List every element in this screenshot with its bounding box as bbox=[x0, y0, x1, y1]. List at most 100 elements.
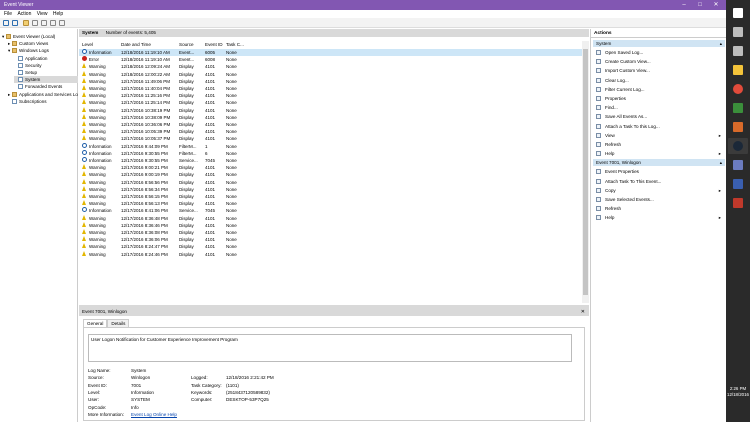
table-row[interactable]: Information 12/18/2016 11:19:10 AM Event..… bbox=[79, 49, 582, 57]
windows-start-icon[interactable] bbox=[733, 8, 743, 18]
menu-help[interactable]: Help bbox=[53, 10, 63, 18]
table-row[interactable]: Information 12/17/2016 9:30:55 PM FilterM.… bbox=[79, 149, 582, 157]
action-pane-icon[interactable] bbox=[59, 20, 65, 26]
table-row[interactable]: Warning 12/17/2016 8:56:13 PM Display 4101 N… bbox=[79, 200, 582, 207]
menu-file[interactable]: File bbox=[4, 10, 12, 18]
tree-item[interactable]: Forwarded Events bbox=[14, 83, 78, 90]
tree-item[interactable]: Security bbox=[14, 62, 78, 69]
maximize-button[interactable]: □ bbox=[692, 0, 708, 10]
action-item[interactable]: Find... bbox=[593, 103, 725, 112]
table-row[interactable]: Warning 12/18/2016 12:00:22 AM Display 4101… bbox=[79, 70, 582, 78]
action-item[interactable]: Event Properties bbox=[593, 167, 725, 176]
action-item[interactable]: Clear Log... bbox=[593, 76, 725, 85]
table-row[interactable]: Warning 12/17/2016 11:40:04 PM Display 4101… bbox=[79, 85, 582, 92]
show-tree-icon[interactable] bbox=[32, 20, 38, 26]
scrollbar-thumb[interactable] bbox=[583, 49, 588, 295]
table-row[interactable]: Warning 12/17/2016 8:56:34 PM Display 4101 N… bbox=[79, 185, 582, 193]
online-help-link[interactable]: Event Log Online Help bbox=[131, 412, 177, 417]
app-icon[interactable] bbox=[733, 179, 743, 189]
action-item[interactable]: Properties bbox=[593, 94, 725, 103]
tree-item[interactable]: ▸ Custom Views bbox=[8, 40, 78, 47]
help-icon[interactable] bbox=[41, 20, 47, 26]
collapse-icon[interactable]: ▴ bbox=[720, 40, 722, 47]
actions-section-header[interactable]: System ▴ bbox=[593, 40, 725, 47]
table-row[interactable]: Warning 12/17/2016 11:49:06 PM Display 4101… bbox=[79, 77, 582, 85]
action-item[interactable]: Create Custom View... bbox=[593, 57, 725, 66]
action-item[interactable]: Help ▸ bbox=[593, 213, 725, 222]
app-icon[interactable] bbox=[733, 122, 743, 132]
menu-view[interactable]: View bbox=[37, 10, 48, 18]
forward-icon[interactable] bbox=[12, 20, 18, 26]
system-clock[interactable]: 2:26 PM 12/18/2016 bbox=[726, 386, 750, 398]
steam-icon[interactable] bbox=[733, 141, 743, 151]
table-row[interactable]: Warning 12/17/2016 10:36:06 PM Display 4101… bbox=[79, 121, 582, 128]
action-item[interactable]: Filter Current Log... bbox=[593, 85, 725, 94]
table-row[interactable]: Warning 12/17/2016 10:05:37 PM Display 4101… bbox=[79, 135, 582, 142]
table-row[interactable]: Information 12/17/2016 9:44:09 PM FilterM.… bbox=[79, 142, 582, 150]
table-row[interactable]: Warning 12/17/2016 10:38:09 PM Display 4101… bbox=[79, 113, 582, 121]
action-item[interactable]: Save Selected Events... bbox=[593, 195, 725, 204]
close-button[interactable]: ✕ bbox=[708, 0, 724, 10]
action-item[interactable]: Save All Events As... bbox=[593, 112, 725, 121]
table-row[interactable]: Warning 12/17/2016 10:38:19 PM Display 4101… bbox=[79, 106, 582, 114]
action-item[interactable]: Refresh bbox=[593, 204, 725, 213]
tree-item[interactable]: Application bbox=[14, 55, 78, 62]
explorer-icon[interactable] bbox=[733, 65, 743, 75]
back-icon[interactable] bbox=[3, 20, 9, 26]
tab-general[interactable]: General bbox=[83, 319, 108, 327]
tree-item[interactable]: ▾ Event Viewer (Local) bbox=[2, 33, 78, 40]
action-item[interactable]: Attach a Task To this Log... bbox=[593, 122, 725, 131]
calculator-icon[interactable] bbox=[733, 103, 743, 113]
table-row[interactable]: Warning 12/17/2016 11:25:16 PM Display 4101… bbox=[79, 92, 582, 99]
close-icon[interactable]: ✕ bbox=[581, 308, 585, 316]
table-row[interactable]: Warning 12/17/2016 8:36:06 PM Display 4101 N… bbox=[79, 236, 582, 243]
chrome-icon[interactable] bbox=[733, 84, 743, 94]
actions-section-header[interactable]: Event 7001, Winlogon ▴ bbox=[593, 159, 725, 167]
action-item[interactable]: Open Saved Log... bbox=[593, 48, 725, 57]
task-view-icon[interactable] bbox=[733, 46, 743, 56]
column-header-level[interactable]: Level bbox=[82, 41, 93, 49]
events-scrollbar[interactable] bbox=[582, 41, 589, 303]
tree-item[interactable]: ▾ Windows Logs bbox=[8, 47, 78, 54]
table-row[interactable]: Warning 12/17/2016 8:24:46 PM Display 4101 N… bbox=[79, 250, 582, 258]
table-row[interactable]: Warning 12/17/2016 8:24:47 PM Display 4101 N… bbox=[79, 243, 582, 250]
table-row[interactable]: Warning 12/17/2016 9:00:19 PM Display 4101 N… bbox=[79, 171, 582, 178]
minimize-button[interactable]: – bbox=[676, 0, 692, 10]
action-item[interactable]: Help ▸ bbox=[593, 149, 725, 158]
action-item[interactable]: View ▸ bbox=[593, 131, 725, 140]
table-row[interactable]: Warning 12/17/2016 8:56:15 PM Display 4101 N… bbox=[79, 193, 582, 200]
column-header-task[interactable]: Task C... bbox=[226, 41, 244, 49]
table-row[interactable]: Warning 12/17/2016 10:05:39 PM Display 4101… bbox=[79, 128, 582, 135]
task-cell: None bbox=[226, 100, 237, 106]
properties-icon[interactable] bbox=[50, 20, 56, 26]
tab-details[interactable]: Details bbox=[107, 319, 130, 327]
table-row[interactable]: Information 12/17/2016 9:30:55 PM Service.… bbox=[79, 157, 582, 164]
action-item[interactable]: Attach Task To This Event... bbox=[593, 177, 725, 186]
app-icon[interactable] bbox=[733, 198, 743, 208]
window-title: Event Viewer bbox=[4, 2, 34, 8]
table-row[interactable]: Warning 12/17/2016 9:00:21 PM Display 4101 N… bbox=[79, 164, 582, 171]
column-header-event-id[interactable]: Event ID bbox=[205, 41, 223, 49]
search-icon[interactable] bbox=[733, 27, 743, 37]
tree-item[interactable]: System bbox=[14, 76, 78, 84]
table-row[interactable]: Warning 12/17/2016 11:25:14 PM Display 4101… bbox=[79, 99, 582, 106]
column-header-date[interactable]: Date and Time bbox=[121, 41, 151, 49]
tree-item[interactable]: ▸ Applications and Services Lo bbox=[8, 91, 78, 98]
folder-icon[interactable] bbox=[23, 20, 29, 26]
table-row[interactable]: Warning 12/17/2016 8:36:46 PM Display 4101 N… bbox=[79, 221, 582, 229]
table-row[interactable]: Information 12/17/2016 8:41:06 PM Service.… bbox=[79, 207, 582, 214]
table-row[interactable]: Error 12/18/2016 11:19:10 AM Event... 6008 N… bbox=[79, 56, 582, 63]
table-row[interactable]: Warning 12/17/2016 8:36:08 PM Display 4101 N… bbox=[79, 229, 582, 236]
collapse-icon[interactable]: ▴ bbox=[720, 159, 722, 166]
action-item[interactable]: Import Custom View... bbox=[593, 66, 725, 75]
table-row[interactable]: Warning 12/18/2016 12:09:24 AM Display 4101… bbox=[79, 63, 582, 70]
event-viewer-icon[interactable] bbox=[733, 160, 743, 170]
tree-item[interactable]: Setup bbox=[14, 69, 78, 76]
table-row[interactable]: Warning 12/17/2016 8:36:48 PM Display 4101 N… bbox=[79, 214, 582, 222]
table-row[interactable]: Warning 12/17/2016 8:56:56 PM Display 4101 N… bbox=[79, 178, 582, 186]
action-item[interactable]: Copy ▸ bbox=[593, 186, 725, 195]
tree-item[interactable]: Subscriptions bbox=[8, 98, 78, 105]
column-header-source[interactable]: Source bbox=[179, 41, 194, 49]
menu-action[interactable]: Action bbox=[17, 10, 31, 18]
action-item[interactable]: Refresh bbox=[593, 140, 725, 149]
